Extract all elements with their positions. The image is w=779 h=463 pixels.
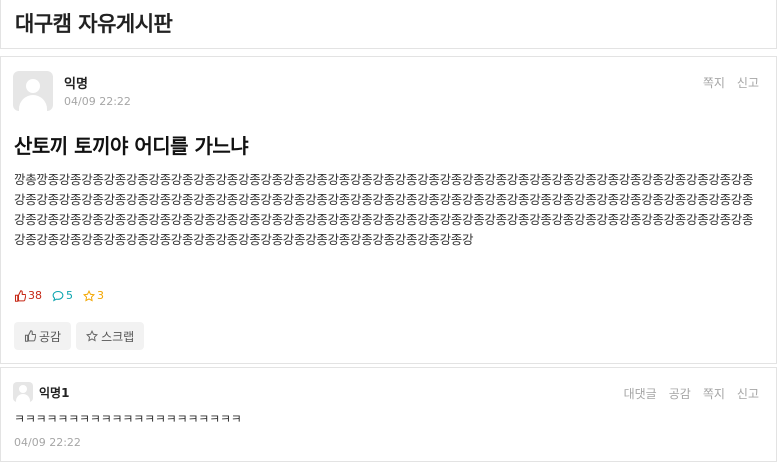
comment-author: 익명1 [39,386,70,400]
message-button[interactable]: 쪽지 [703,74,725,91]
avatar-head [19,385,27,393]
article-stats: 38 5 3 [14,289,104,302]
scrap-count-value: 3 [97,289,104,302]
avatar-body [19,95,47,111]
comment-report-button[interactable]: 신고 [737,385,759,402]
avatar-body [16,394,30,402]
board-title[interactable]: 대구캠 자유게시판 [15,8,173,38]
article-date: 04/09 22:22 [64,95,131,108]
comment-date: 04/09 22:22 [14,436,81,449]
comment-message-button[interactable]: 쪽지 [703,385,725,402]
article-title: 산토끼 토끼야 어디를 가느냐 [14,134,249,158]
comment-actions: 대댓글 공감 쪽지 신고 [624,385,759,402]
article-body: 깡총깡종강종강종강종강종강종강종강종강종강종강종강종강종강종강종강종강종강종강종… [14,172,754,247]
avatar [13,71,53,111]
star-icon [86,330,99,342]
scrap-count: 3 [83,289,104,302]
comment-empathy-button[interactable]: 공감 [669,385,691,402]
like-count: 38 [14,289,42,302]
comment-text: ㅋㅋㅋㅋㅋㅋㅋㅋㅋㅋㅋㅋㅋㅋㅋㅋㅋㅋㅋㅋㅋ [14,412,242,426]
report-button[interactable]: 신고 [737,74,759,91]
comment-count-value: 5 [66,289,73,302]
comment-item: 익명1 대댓글 공감 쪽지 신고 ㅋㅋㅋㅋㅋㅋㅋㅋㅋㅋㅋㅋㅋㅋㅋㅋㅋㅋㅋㅋㅋ 0… [0,367,777,462]
comment-icon [52,290,64,302]
empathy-button[interactable]: 공감 [14,322,72,350]
scrap-button-label: 스크랩 [101,329,135,344]
avatar [13,382,33,402]
like-count-value: 38 [28,289,42,302]
empathy-button-label: 공감 [39,329,62,344]
board-header: 대구캠 자유게시판 [0,0,777,49]
article-author: 익명 [64,77,88,92]
avatar-head [26,79,40,93]
thumbs-up-icon [24,330,36,342]
article: 익명 04/09 22:22 쪽지 신고 산토끼 토끼야 어디를 가느냐 깡총깡… [0,56,777,364]
article-actions: 쪽지 신고 [703,74,759,91]
reply-button[interactable]: 대댓글 [624,385,657,402]
article-action-buttons: 공감 스크랩 [14,322,145,350]
comment-count: 5 [52,289,73,302]
thumbs-up-icon [14,289,26,302]
star-icon [83,289,95,301]
scrap-button[interactable]: 스크랩 [76,322,145,350]
